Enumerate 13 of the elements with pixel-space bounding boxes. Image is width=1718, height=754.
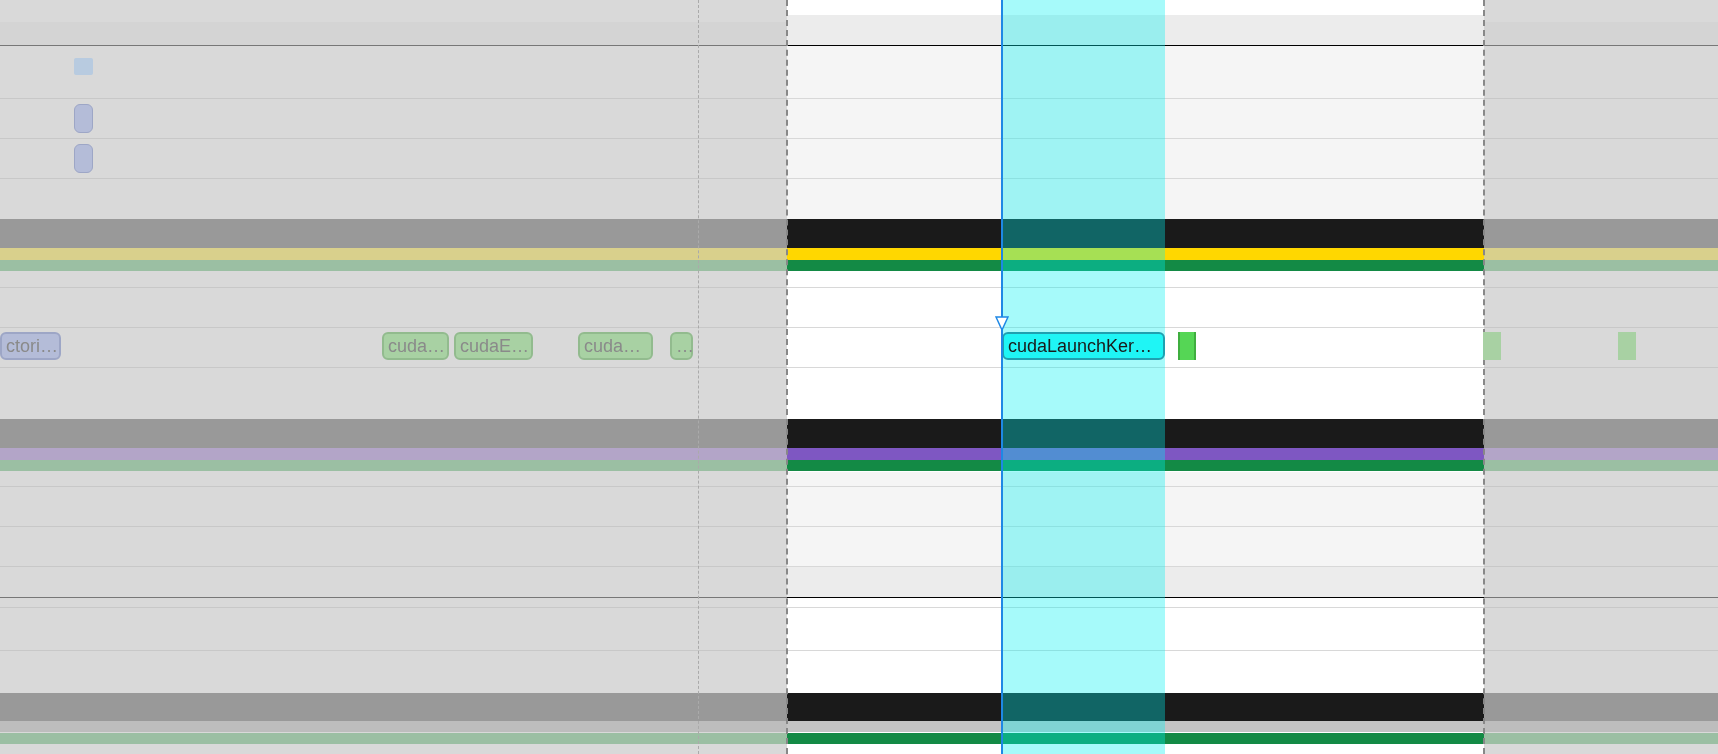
cursor-marker-icon[interactable] (995, 316, 1009, 331)
trace-block[interactable] (1618, 332, 1636, 360)
trace-block[interactable] (1483, 332, 1501, 360)
trace-block[interactable] (1178, 332, 1196, 360)
trace-slice[interactable]: cudaE… (454, 332, 533, 360)
trace-slice[interactable]: cuda… (578, 332, 653, 360)
trace-slice[interactable]: … (670, 332, 693, 360)
trace-slice[interactable]: cuda… (382, 332, 449, 360)
trace-slice[interactable]: ctori… (0, 332, 61, 360)
square-icon (74, 58, 93, 75)
pill-icon (74, 104, 93, 133)
trace-slice[interactable]: cudaLaunchKer… (1002, 332, 1165, 360)
pill-icon (74, 144, 93, 173)
